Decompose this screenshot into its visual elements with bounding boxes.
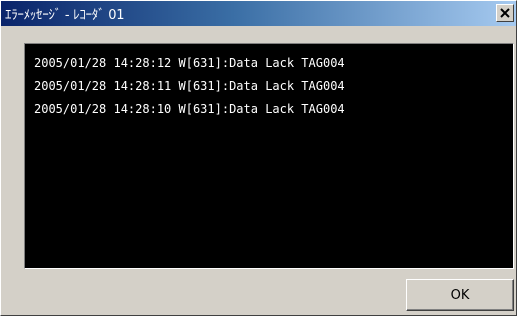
log-line: 2005/01/28 14:28:10 W[631]:Data Lack TAG… bbox=[34, 102, 345, 116]
error-log-list[interactable]: 2005/01/28 14:28:12 W[631]:Data Lack TAG… bbox=[24, 43, 514, 269]
log-line: 2005/01/28 14:28:11 W[631]:Data Lack TAG… bbox=[34, 79, 345, 93]
close-button[interactable] bbox=[496, 4, 514, 22]
ok-button[interactable]: OK bbox=[406, 279, 514, 311]
close-icon bbox=[500, 8, 510, 18]
log-line: 2005/01/28 14:28:12 W[631]:Data Lack TAG… bbox=[34, 56, 345, 70]
error-message-dialog: ｴﾗｰﾒｯｾｰｼﾞ - ﾚｺｰﾀﾞ 01 2005/01/28 14:28:12… bbox=[0, 0, 517, 316]
title-bar[interactable]: ｴﾗｰﾒｯｾｰｼﾞ - ﾚｺｰﾀﾞ 01 bbox=[1, 1, 516, 26]
window-title: ｴﾗｰﾒｯｾｰｼﾞ - ﾚｺｰﾀﾞ 01 bbox=[5, 8, 125, 23]
